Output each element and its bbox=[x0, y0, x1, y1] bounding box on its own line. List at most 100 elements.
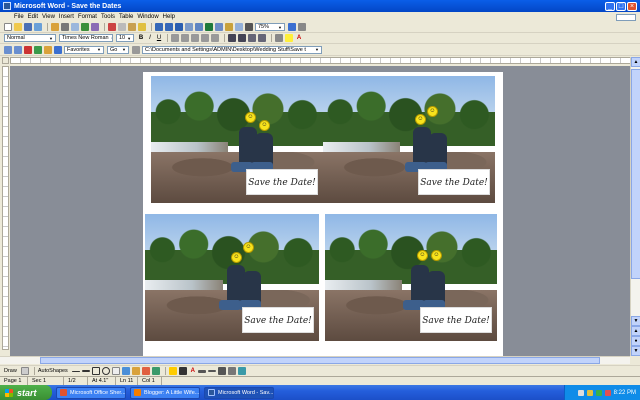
spelling-icon[interactable] bbox=[81, 23, 89, 31]
menu-tools[interactable]: Tools bbox=[99, 14, 117, 20]
document-page[interactable]: ☺ ☺ Save the Date! ☺ ☺ Save the Date! ☺ … bbox=[143, 72, 503, 356]
save-the-date-card[interactable]: ☺ ☺ Save the Date! bbox=[145, 214, 319, 341]
scroll-down-icon[interactable]: ▼ bbox=[631, 316, 640, 326]
hyperlink-icon[interactable] bbox=[175, 23, 183, 31]
show-hide-icon[interactable] bbox=[245, 23, 253, 31]
horizontal-scrollbar[interactable] bbox=[0, 356, 630, 364]
drawing-icon[interactable] bbox=[225, 23, 233, 31]
back-icon[interactable] bbox=[4, 45, 12, 54]
autoshapes-menu[interactable]: AutoShapes bbox=[38, 368, 68, 374]
columns-icon[interactable] bbox=[215, 23, 223, 31]
increase-indent-icon[interactable] bbox=[258, 34, 266, 42]
maximize-button[interactable]: □ bbox=[616, 1, 626, 11]
menu-table[interactable]: Table bbox=[117, 14, 135, 20]
email-icon[interactable] bbox=[51, 23, 59, 31]
clip-art-icon[interactable] bbox=[141, 367, 150, 375]
stop-icon[interactable] bbox=[24, 45, 32, 54]
underline-button[interactable]: U bbox=[155, 34, 163, 42]
rectangle-icon[interactable] bbox=[91, 367, 100, 375]
align-left-icon[interactable] bbox=[171, 34, 179, 42]
refresh-icon[interactable] bbox=[34, 45, 42, 54]
horizontal-ruler[interactable] bbox=[2, 57, 632, 64]
dash-style-icon[interactable] bbox=[207, 370, 216, 372]
select-objects-icon[interactable] bbox=[20, 367, 29, 375]
show-only-web-toolbar-icon[interactable] bbox=[132, 45, 140, 54]
previous-page-icon[interactable]: ▲ bbox=[631, 326, 640, 336]
word-app-icon[interactable] bbox=[3, 2, 11, 10]
copy-icon[interactable] bbox=[118, 23, 126, 31]
font-size-select[interactable]: 10 ▼ bbox=[116, 34, 134, 42]
ask-question-box[interactable] bbox=[616, 13, 636, 21]
justify-icon[interactable] bbox=[201, 34, 209, 42]
outside-border-icon[interactable] bbox=[275, 34, 283, 42]
menu-help[interactable]: Help bbox=[161, 14, 177, 20]
tab-selector[interactable] bbox=[2, 57, 9, 64]
decrease-indent-icon[interactable] bbox=[248, 34, 256, 42]
search-web-icon[interactable] bbox=[54, 45, 62, 54]
insert-picture-icon[interactable] bbox=[151, 367, 160, 375]
align-center-icon[interactable] bbox=[181, 34, 189, 42]
oval-icon[interactable] bbox=[101, 367, 110, 375]
text-box-icon[interactable] bbox=[111, 367, 120, 375]
cut-icon[interactable] bbox=[108, 23, 116, 31]
font-color-draw-icon[interactable]: A bbox=[189, 367, 197, 375]
save-the-date-card[interactable]: ☺ ☺ Save the Date! bbox=[325, 214, 497, 341]
menu-file[interactable]: File bbox=[12, 14, 26, 20]
menu-window[interactable]: Window bbox=[135, 14, 160, 20]
bold-button[interactable]: B bbox=[137, 34, 145, 42]
next-page-icon[interactable]: ▼ bbox=[631, 346, 640, 356]
go-menu[interactable]: Go ▼ bbox=[107, 45, 129, 54]
font-color-icon[interactable]: A bbox=[295, 34, 303, 42]
taskbar-item-blogger[interactable]: Blogger: A Little Wife... bbox=[130, 386, 200, 399]
line-color-icon[interactable] bbox=[178, 367, 187, 375]
line-style-icon[interactable] bbox=[197, 369, 206, 373]
line-icon[interactable] bbox=[71, 370, 80, 372]
save-the-date-card[interactable]: ☺ ☺ Save the Date! bbox=[323, 76, 495, 203]
menu-edit[interactable]: Edit bbox=[26, 14, 40, 20]
close-button[interactable]: × bbox=[627, 1, 637, 11]
volume-icon[interactable] bbox=[586, 389, 593, 396]
start-button[interactable]: start bbox=[0, 385, 52, 400]
clock[interactable]: 8:22 PM bbox=[614, 390, 636, 396]
format-painter-icon[interactable] bbox=[138, 23, 146, 31]
save-icon[interactable] bbox=[24, 23, 32, 31]
3d-style-icon[interactable] bbox=[237, 367, 246, 375]
undo-icon[interactable] bbox=[155, 23, 163, 31]
italic-button[interactable]: I bbox=[146, 34, 154, 42]
style-select[interactable]: Normal ▼ bbox=[4, 34, 56, 42]
menu-format[interactable]: Format bbox=[76, 14, 99, 20]
menu-view[interactable]: View bbox=[40, 14, 57, 20]
forward-icon[interactable] bbox=[14, 45, 22, 54]
taskbar-item-word[interactable]: Microsoft Word - Sav... bbox=[204, 386, 274, 399]
vertical-scrollbar[interactable]: ▲ ▼ ▲ ● ▼ bbox=[630, 57, 640, 356]
highlight-icon[interactable] bbox=[285, 34, 293, 42]
insert-excel-icon[interactable] bbox=[205, 23, 213, 31]
help-icon[interactable] bbox=[288, 23, 296, 31]
save-the-date-card[interactable]: ☺ ☺ Save the Date! bbox=[151, 76, 323, 203]
scroll-up-icon[interactable]: ▲ bbox=[631, 57, 640, 67]
taskbar-item-office[interactable]: Microsoft Office Sher... bbox=[56, 386, 126, 399]
draw-menu[interactable]: Draw bbox=[4, 368, 17, 374]
address-field[interactable]: C:\Documents and Settings\ADMIN\Desktop\… bbox=[142, 45, 322, 54]
bullets-icon[interactable] bbox=[238, 34, 246, 42]
document-map-icon[interactable] bbox=[235, 23, 243, 31]
read-icon[interactable] bbox=[298, 23, 306, 31]
tables-borders-icon[interactable] bbox=[185, 23, 193, 31]
vertical-ruler[interactable] bbox=[2, 66, 9, 350]
arrow-icon[interactable] bbox=[81, 370, 90, 372]
print-icon[interactable] bbox=[61, 23, 69, 31]
wordart-icon[interactable] bbox=[121, 367, 130, 375]
permission-icon[interactable] bbox=[34, 23, 42, 31]
numbering-icon[interactable] bbox=[228, 34, 236, 42]
font-select[interactable]: Times New Roman▼ bbox=[59, 34, 113, 42]
security-icon[interactable] bbox=[595, 389, 602, 396]
minimize-button[interactable]: _ bbox=[605, 1, 615, 11]
favorites-menu[interactable]: Favorites ▼ bbox=[64, 45, 104, 54]
horizontal-scroll-thumb[interactable] bbox=[40, 357, 600, 364]
insert-table-icon[interactable] bbox=[195, 23, 203, 31]
select-browse-object-icon[interactable]: ● bbox=[631, 336, 640, 346]
line-spacing-icon[interactable] bbox=[211, 34, 219, 42]
fill-color-icon[interactable] bbox=[168, 367, 177, 375]
scroll-thumb[interactable] bbox=[631, 69, 640, 279]
arrow-style-icon[interactable] bbox=[217, 367, 226, 375]
